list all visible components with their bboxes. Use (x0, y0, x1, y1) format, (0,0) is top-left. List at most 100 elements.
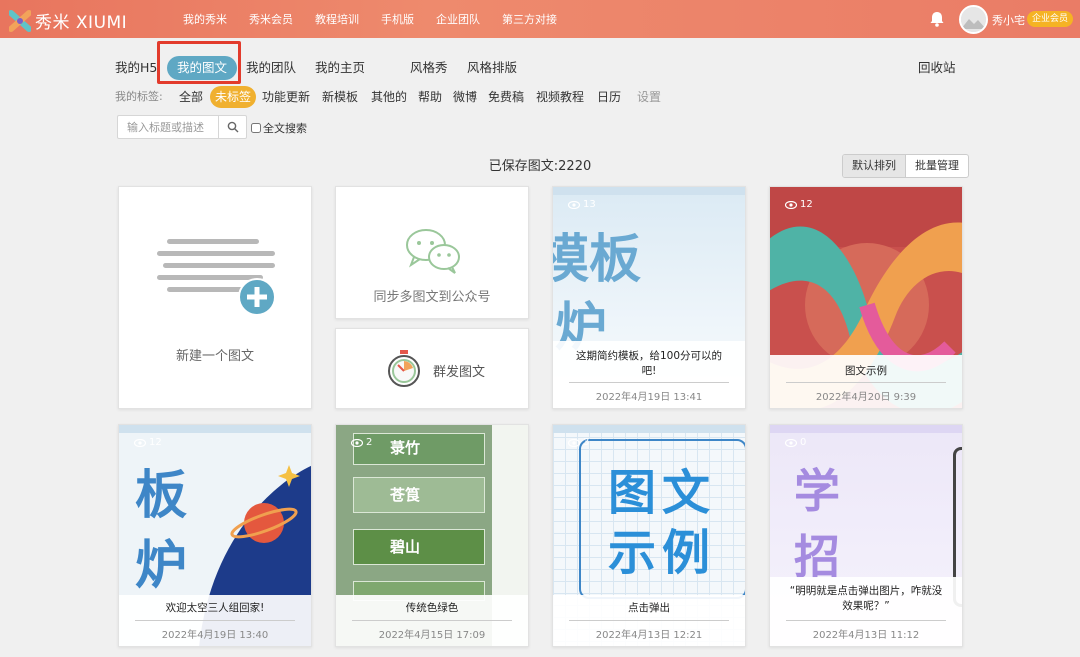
article-card[interactable]: 板 炉 12 欢迎太空三人组回家! 2022年4月19日 13:40 (118, 424, 312, 647)
tag-calendar[interactable]: 日历 (597, 86, 621, 108)
card-footer: 点击弹出 2022年4月13日 12:21 (553, 595, 745, 646)
swatch-name: 菉竹 (390, 439, 421, 457)
article-title: 传统色绿色 (405, 602, 459, 614)
thumbnail-title-text: 板 (135, 466, 188, 526)
thumbnail-title-text: 模板 (553, 230, 642, 290)
recycle-bin-link[interactable]: 回收站 (918, 56, 956, 80)
tag-weibo[interactable]: 微博 (453, 86, 477, 108)
article-card[interactable]: 菉竹 苍筤 碧山 2 传统色绿色 2022年4月15日 17:09 (335, 424, 529, 647)
article-title: 欢迎太空三人组回家! (165, 602, 265, 614)
eye-icon (351, 438, 363, 447)
article-date: 2022年4月13日 11:12 (812, 630, 920, 641)
nav-third-party[interactable]: 第三方对接 (502, 11, 557, 27)
thumbnail-title-text: 示例 (608, 525, 717, 581)
tags-label: 我的标签: (115, 90, 163, 103)
swatch-name: 苍筤 (390, 486, 421, 504)
view-count-value: 12 (800, 199, 813, 210)
view-count-value: 13 (583, 199, 596, 210)
tab-style-layout[interactable]: 风格排版 (467, 56, 517, 80)
thumbnail-title-text: 学 (794, 464, 840, 518)
tag-new-templates[interactable]: 新模板 (322, 86, 358, 108)
view-count: 2 (351, 437, 372, 448)
article-title: 点击弹出 (628, 602, 670, 614)
view-count: 3 (568, 437, 589, 448)
view-count: 13 (568, 199, 596, 210)
eye-icon (568, 438, 580, 447)
eye-icon (134, 438, 146, 447)
view-count: 12 (134, 437, 162, 448)
card-footer: 传统色绿色 2022年4月15日 17:09 (336, 595, 528, 646)
view-count-value: 12 (149, 437, 162, 448)
eye-icon (785, 438, 797, 447)
article-card[interactable]: 学 招 0 “明明就是点击弹出图片，咋就没效果呢？” 2022年4月13日 11… (769, 424, 963, 647)
tag-all[interactable]: 全部 (179, 86, 203, 108)
tag-untagged[interactable]: 未标签 (210, 86, 257, 108)
bell-icon[interactable] (928, 10, 946, 28)
new-article-label: 新建一个图文 (175, 349, 254, 364)
card-footer: 图文示例 2022年4月20日 9:39 (770, 355, 962, 408)
annotation-highlight-box (157, 41, 241, 84)
article-date: 2022年4月20日 9:39 (815, 392, 917, 403)
nav-mobile[interactable]: 手机版 (381, 11, 414, 27)
sort-bar: 默认排列 批量管理 (842, 154, 969, 178)
color-swatch: 碧山 (353, 529, 485, 565)
article-title: 这期简约模板，给100分可以的吧! (575, 350, 723, 377)
article-date: 2022年4月19日 13:41 (595, 392, 703, 403)
nav-my-xiumi[interactable]: 我的秀米 (183, 11, 227, 27)
article-card[interactable]: 模板 炉 13 这期简约模板，给100分可以的吧! 2022年4月19日 13:… (552, 186, 746, 409)
mass-send-card[interactable]: 群发图文 (335, 328, 529, 409)
tab-my-h5[interactable]: 我的H5 (115, 56, 157, 80)
tag-other[interactable]: 其他的 (371, 86, 407, 108)
fulltext-label: 全文搜索 (263, 122, 307, 135)
view-count-value: 0 (800, 437, 807, 448)
view-count: 0 (785, 437, 806, 448)
card-divider (352, 620, 512, 621)
tag-video-tutorials[interactable]: 视频教程 (536, 86, 584, 108)
mass-send-label: 群发图文 (433, 365, 486, 380)
tag-free-drafts[interactable]: 免费稿 (488, 86, 524, 108)
sync-to-wechat-card[interactable]: 同步多图文到公众号 (335, 186, 529, 319)
tag-help[interactable]: 帮助 (418, 86, 442, 108)
card-divider (786, 382, 946, 383)
view-count: 12 (785, 199, 813, 210)
nav-tutorials[interactable]: 教程培训 (315, 11, 359, 27)
nav-enterprise[interactable]: 企业团队 (436, 11, 480, 27)
new-article-card[interactable]: 新建一个图文 (118, 186, 312, 409)
top-bar: 秀米 XIUMI 我的秀米 秀米会员 教程培训 手机版 企业团队 第三方对接 秀… (0, 0, 1080, 38)
color-swatch: 菉竹 (353, 433, 485, 465)
article-date: 2022年4月13日 12:21 (595, 630, 703, 641)
tag-feature-updates[interactable]: 功能更新 (262, 86, 310, 108)
new-document-icon (157, 239, 276, 316)
nav-membership[interactable]: 秀米会员 (249, 11, 293, 27)
tab-my-team[interactable]: 我的团队 (246, 56, 296, 80)
sync-label: 同步多图文到公众号 (373, 290, 491, 305)
default-sort-button[interactable]: 默认排列 (843, 155, 906, 177)
swatch-name: 碧山 (390, 538, 421, 556)
card-divider (786, 620, 946, 621)
logo[interactable]: 秀米 XIUMI (9, 8, 127, 33)
article-card[interactable]: 图文 示例 3 点击弹出 2022年4月13日 12:21 (552, 424, 746, 647)
article-title: 图文示例 (845, 365, 887, 377)
tab-my-homepage[interactable]: 我的主页 (315, 56, 365, 80)
avatar[interactable] (959, 5, 988, 34)
vip-badge: 企业会员 (1027, 11, 1074, 27)
timer-icon (388, 350, 420, 387)
tag-settings[interactable]: 设置 (637, 86, 661, 108)
card-footer: 欢迎太空三人组回家! 2022年4月19日 13:40 (119, 595, 311, 646)
logo-text: 秀米 XIUMI (35, 13, 128, 33)
search-input[interactable] (118, 116, 218, 138)
card-divider (135, 620, 295, 621)
search-button[interactable] (218, 116, 246, 138)
user-name[interactable]: 秀小宅 (992, 12, 1025, 28)
avatar-mountain-icon (961, 7, 986, 32)
tab-style-show[interactable]: 风格秀 (410, 56, 448, 80)
thumbnail-title-text: 炉 (135, 536, 188, 596)
article-card[interactable]: 12 图文示例 2022年4月20日 9:39 (769, 186, 963, 409)
fulltext-search-option[interactable]: 全文搜索 (251, 120, 307, 136)
article-title: “明明就是点击弹出图片，咋就没效果呢？” (789, 585, 943, 612)
card-footer: 这期简约模板，给100分可以的吧! 2022年4月19日 13:41 (553, 341, 745, 408)
fulltext-checkbox[interactable] (251, 123, 261, 133)
view-count-value: 3 (583, 437, 590, 448)
batch-manage-button[interactable]: 批量管理 (906, 155, 968, 177)
eye-icon (785, 200, 797, 209)
